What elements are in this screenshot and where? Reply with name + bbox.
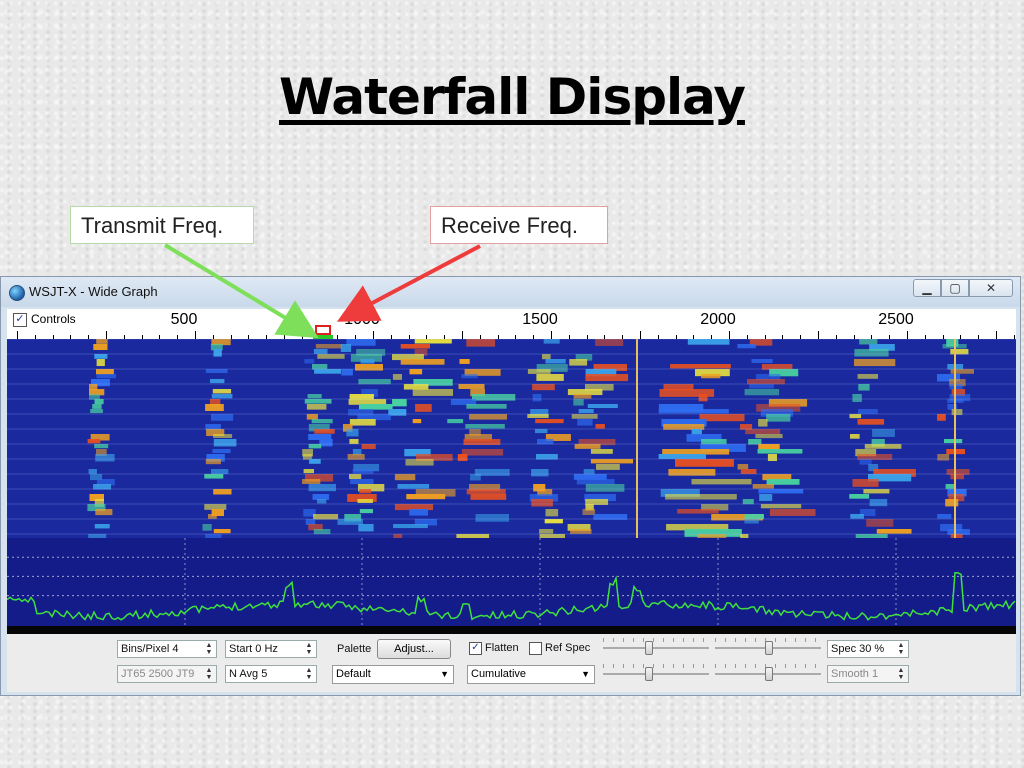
close-button[interactable]: ✕ — [969, 279, 1013, 297]
wsjtx-app-icon — [9, 285, 25, 301]
spec-percent-spinbox[interactable]: Spec 30 % ▲ ▼ — [827, 640, 909, 658]
navg-value: N Avg 5 — [229, 668, 268, 680]
waterfall-display[interactable] — [7, 339, 1016, 538]
palette-select[interactable]: Default ▼ — [332, 665, 454, 684]
smooth-value: Smooth 1 — [831, 668, 879, 680]
scale-tick — [195, 331, 196, 339]
palette-value: Default — [336, 668, 371, 680]
spin-arrows-icon[interactable]: ▲ ▼ — [203, 642, 215, 656]
spin-arrows-icon[interactable]: ▲ ▼ — [303, 667, 315, 681]
scale-tick — [907, 331, 908, 339]
navg-spinbox[interactable]: N Avg 5 ▲ ▼ — [225, 665, 317, 683]
start-hz-value: Start 0 Hz — [229, 643, 278, 655]
receive-freq-callout: Receive Freq. — [430, 206, 608, 244]
mode-spinbox[interactable]: JT65 2500 JT9 ▲ ▼ — [117, 665, 217, 683]
spin-arrows-icon[interactable]: ▲ ▼ — [895, 642, 907, 656]
spin-arrows-icon[interactable]: ▲ ▼ — [203, 667, 215, 681]
smooth-spinbox[interactable]: Smooth 1 ▲ ▼ — [827, 665, 909, 683]
transmit-freq-callout: Transmit Freq. — [70, 206, 254, 244]
spec-percent-value: Spec 30 % — [831, 643, 885, 655]
ref-spec-label: Ref Spec — [545, 642, 591, 654]
palette-label: Palette — [337, 643, 372, 655]
scale-tick — [17, 331, 18, 339]
spin-arrows-icon[interactable]: ▲ ▼ — [895, 667, 907, 681]
scale-tick — [284, 331, 285, 339]
mode-value: JT65 2500 JT9 — [121, 668, 195, 680]
scale-tick — [106, 331, 107, 339]
scale-tick — [462, 331, 463, 339]
freq-label-2500: 2500 — [878, 311, 914, 328]
spec-zero-slider[interactable] — [715, 664, 821, 684]
spin-arrows-icon[interactable]: ▲ ▼ — [303, 642, 315, 656]
spectrum-mode-select[interactable]: Cumulative ▼ — [467, 665, 595, 684]
spectrum-line — [7, 572, 1016, 621]
adjust-button[interactable]: Adjust... — [377, 639, 451, 659]
spectrum-plot[interactable] — [7, 538, 1016, 634]
freq-label-2000: 2000 — [700, 311, 736, 328]
maximize-button[interactable]: ▢ — [941, 279, 969, 297]
controls-panel: Bins/Pixel 4 ▲ ▼ JT65 2500 JT9 ▲ ▼ Start 0… — [7, 634, 1016, 692]
scale-tick — [640, 331, 641, 339]
scale-tick — [729, 331, 730, 339]
dropdown-arrow-icon: ▼ — [440, 669, 449, 679]
scale-tick — [551, 331, 552, 339]
zero-slider[interactable] — [603, 664, 709, 684]
ref-spec-checkbox[interactable] — [529, 642, 542, 655]
bins-pixel-value: Bins/Pixel 4 — [121, 643, 179, 655]
start-hz-spinbox[interactable]: Start 0 Hz ▲ ▼ — [225, 640, 317, 658]
minimize-button[interactable]: ▁ — [913, 279, 941, 297]
slide-title: Waterfall Display — [279, 68, 746, 126]
gain-slider[interactable] — [603, 638, 709, 658]
scale-tick — [996, 331, 997, 339]
wide-graph-window: WSJT-X - Wide Graph ▁ ▢ ✕ ✓ Controls 500… — [0, 276, 1021, 696]
scale-tick — [818, 331, 819, 339]
frequency-scale[interactable]: ✓ Controls 500 1000 1500 2000 2500 — [7, 309, 1016, 340]
window-title: WSJT-X - Wide Graph — [29, 284, 158, 299]
controls-label: Controls — [31, 312, 76, 326]
controls-checkbox[interactable]: ✓ — [13, 313, 27, 327]
flatten-checkbox[interactable]: ✓ — [469, 642, 482, 655]
scale-tick — [373, 331, 374, 339]
flatten-label: Flatten — [485, 642, 519, 654]
freq-label-1500: 1500 — [522, 311, 558, 328]
receive-freq-marker[interactable] — [315, 325, 331, 335]
spectrum-mode-value: Cumulative — [471, 668, 527, 680]
bins-pixel-spinbox[interactable]: Bins/Pixel 4 ▲ ▼ — [117, 640, 217, 658]
freq-label-1000: 1000 — [344, 311, 380, 328]
spec-gain-slider[interactable] — [715, 638, 821, 658]
window-titlebar[interactable]: WSJT-X - Wide Graph ▁ ▢ ✕ — [1, 277, 1020, 307]
freq-label-500: 500 — [170, 311, 198, 328]
dropdown-arrow-icon: ▼ — [581, 669, 590, 679]
